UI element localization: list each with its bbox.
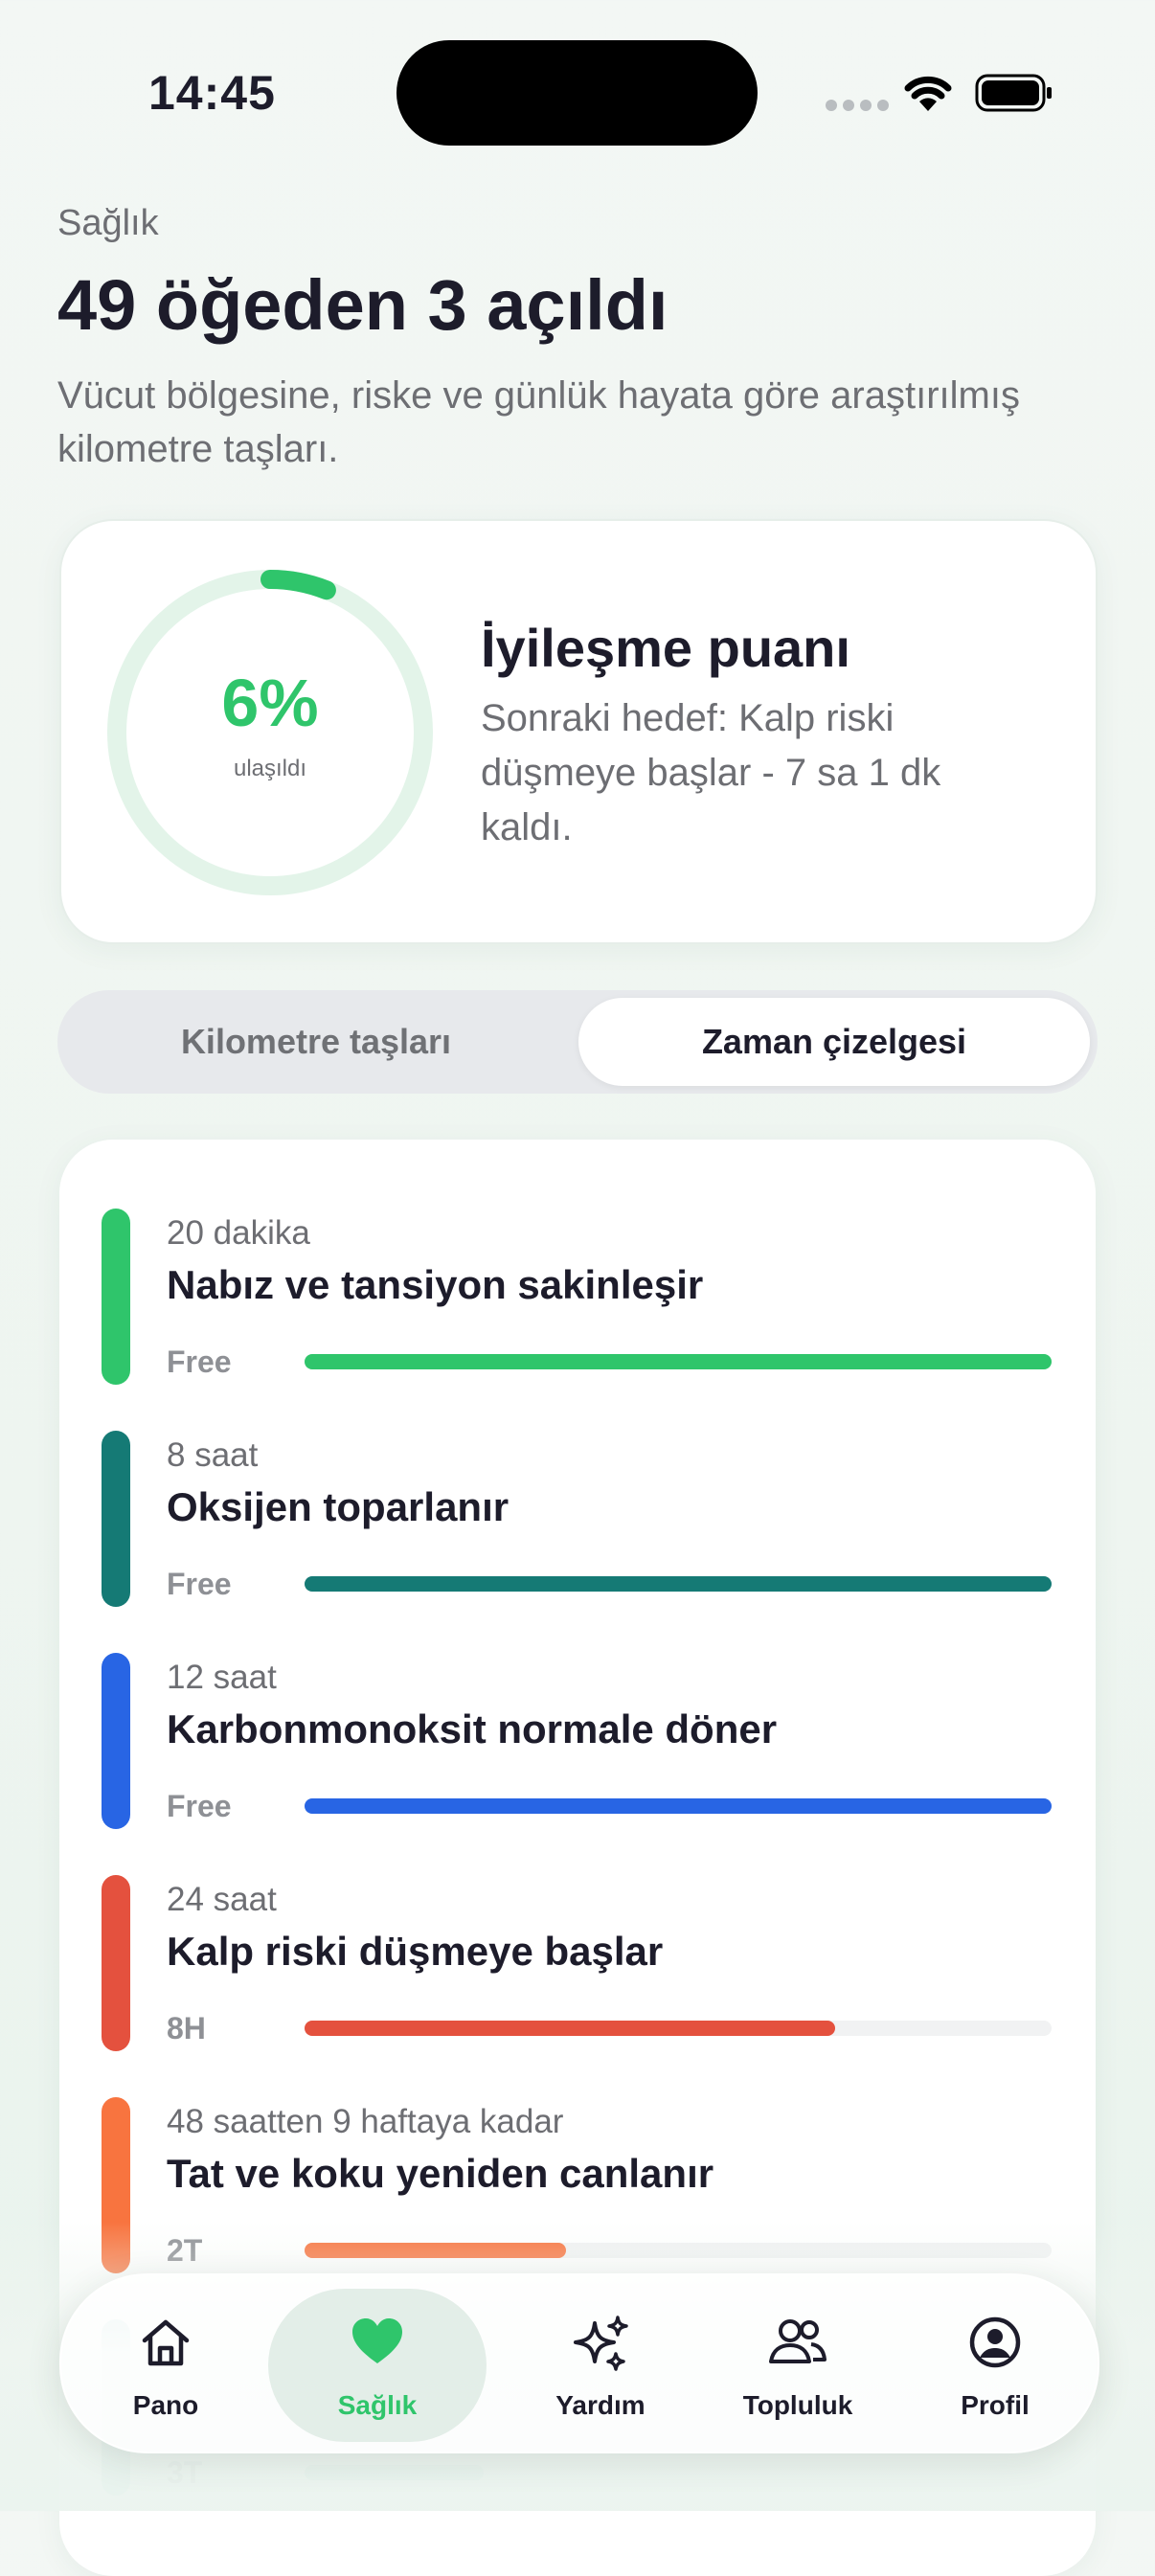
timeline-item[interactable]: 24 saat Kalp riski düşmeye başlar 8H xyxy=(59,1806,1096,2051)
tab-pano[interactable]: Pano xyxy=(67,2275,264,2452)
item-title: Kalp riski düşmeye başlar xyxy=(167,1929,664,1974)
dynamic-island xyxy=(396,40,758,146)
wifi-icon xyxy=(904,76,952,111)
item-time: 24 saat xyxy=(167,1881,277,1918)
timeline-item[interactable]: 12 saat Karbonmonoksit normale döner Fre… xyxy=(59,1584,1096,1829)
heart-icon xyxy=(352,2318,402,2363)
sparkles-icon xyxy=(574,2316,628,2371)
page-subtitle: Vücut bölgesine, riske ve günlük hayata … xyxy=(57,374,1020,470)
page-title: 49 öğeden 3 açıldı xyxy=(57,265,668,345)
tab-topluluk[interactable]: Topluluk xyxy=(699,2275,896,2452)
tab-label: Pano xyxy=(132,2390,199,2420)
item-time: 8 saat xyxy=(167,1436,259,1474)
profile-icon xyxy=(969,2316,1021,2368)
tab-label: Sağlık xyxy=(337,2390,418,2420)
item-accent-bar xyxy=(102,1653,130,1829)
status-time: 14:45 xyxy=(148,66,276,120)
item-accent-bar xyxy=(102,1209,130,1385)
people-icon xyxy=(769,2319,827,2363)
score-caption: ulaşıldı xyxy=(233,756,307,781)
tab-label: Profil xyxy=(961,2390,1030,2420)
item-time: 48 saatten 9 haftaya kadar xyxy=(167,2103,564,2140)
score-description: Sonraki hedef: Kalp riski düşmeye başlar… xyxy=(481,697,941,848)
item-title: Nabız ve tansiyon sakinleşir xyxy=(167,1262,704,1307)
recovery-score-card: 6% ulaşıldı İyileşme puanı Sonraki hedef… xyxy=(59,519,1098,944)
item-title: Tat ve koku yeniden canlanır xyxy=(167,2151,714,2196)
battery-icon xyxy=(975,74,1052,112)
bottom-tab-bar: Pano Sağlık Yardım Topluluk Profil xyxy=(59,2273,1099,2453)
score-title: İyileşme puanı xyxy=(481,618,850,678)
timeline-item[interactable]: 48 saatten 9 haftaya kadar Tat ve koku y… xyxy=(59,2028,1096,2273)
view-segmented-control: Kilometre taşları Zaman çizelgesi xyxy=(57,990,1098,1094)
score-percent: 6% xyxy=(221,666,319,740)
tab-profil[interactable]: Profil xyxy=(896,2275,1094,2452)
tab-timeline[interactable]: Zaman çizelgesi xyxy=(578,998,1090,1086)
item-title: Karbonmonoksit normale döner xyxy=(167,1706,778,1751)
item-time: 12 saat xyxy=(167,1659,277,1696)
item-title: Oksijen toparlanır xyxy=(167,1484,510,1529)
item-time: 20 dakika xyxy=(167,1214,310,1252)
section-eyebrow: Sağlık xyxy=(57,203,159,243)
tab-yardim[interactable]: Yardım xyxy=(502,2275,699,2452)
tab-label: Yardım xyxy=(555,2390,645,2420)
cellular-signal-icon xyxy=(826,100,889,111)
item-accent-bar xyxy=(102,1875,130,2051)
timeline-item[interactable]: 20 dakika Nabız ve tansiyon sakinleşir F… xyxy=(59,1140,1096,1385)
item-accent-bar xyxy=(102,1431,130,1607)
home-icon xyxy=(142,2319,190,2366)
timeline-item[interactable]: 8 saat Oksijen toparlanır Free xyxy=(59,1362,1096,1607)
tab-saglik[interactable]: Sağlık xyxy=(264,2275,490,2452)
tab-milestones[interactable]: Kilometre taşları xyxy=(57,990,575,1094)
tab-label: Topluluk xyxy=(742,2390,853,2420)
